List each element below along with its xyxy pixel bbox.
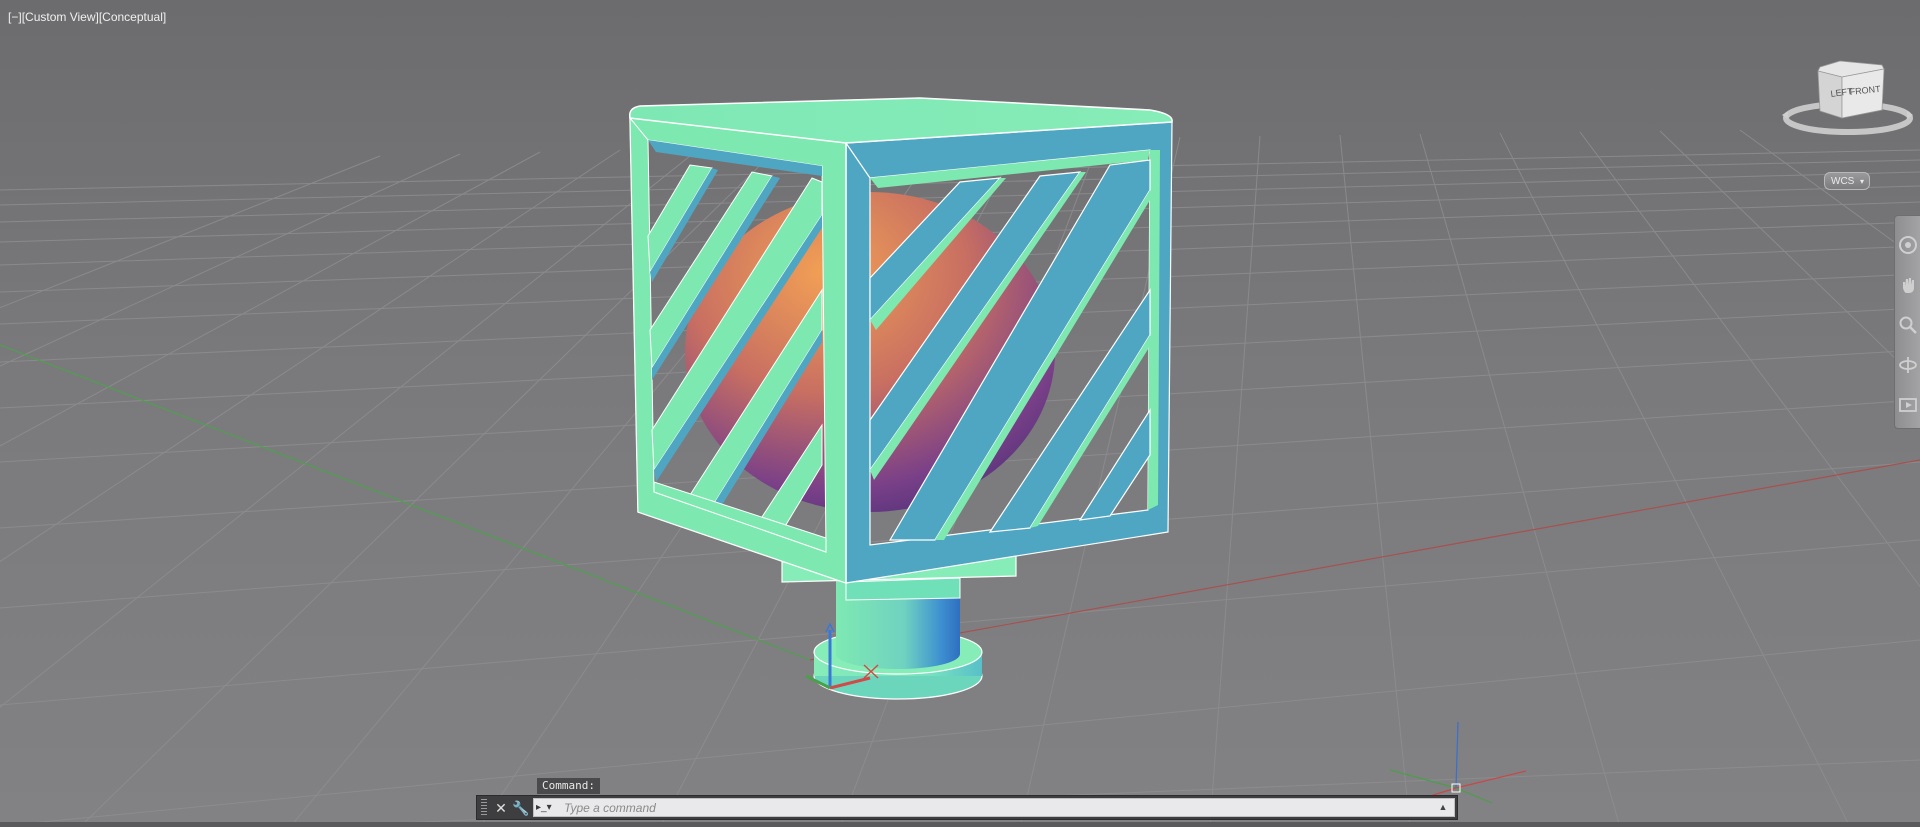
wcs-label: WCS [1831, 176, 1855, 187]
viewport-controls-menu[interactable]: [−] [8, 10, 22, 24]
wrench-icon[interactable]: 🔧 [511, 798, 531, 818]
command-history-label: Command: [537, 778, 600, 794]
command-prompt-icon[interactable]: ▸_▾ [536, 800, 560, 815]
chevron-down-icon: ▾ [1859, 177, 1864, 186]
navigation-bar [1894, 215, 1920, 429]
orbit-icon[interactable] [1897, 354, 1919, 376]
command-input[interactable] [564, 799, 1404, 816]
status-bar [0, 822, 1920, 827]
pan-icon[interactable] [1897, 274, 1919, 296]
steering-wheel-icon[interactable] [1897, 234, 1919, 256]
showmotion-icon[interactable] [1897, 394, 1919, 416]
viewcube[interactable]: LEFT FRONT [1780, 55, 1915, 140]
crosshair-cursor [1389, 721, 1527, 804]
drag-handle-icon[interactable] [481, 799, 487, 817]
zoom-icon[interactable] [1897, 314, 1919, 336]
model-scene[interactable] [0, 0, 1920, 827]
model-viewport[interactable]: [−][Custom View][Conceptual] LEFT FRONT … [0, 0, 1920, 827]
viewport-controls-label: [−][Custom View][Conceptual] [8, 10, 166, 24]
command-input-wrap: ▸_▾ ▲ [533, 798, 1455, 817]
wcs-menu-button[interactable]: WCS ▾ [1824, 172, 1870, 190]
view-controls-menu[interactable]: [Custom View] [22, 10, 99, 24]
command-line: ✕ 🔧 ▸_▾ ▲ [476, 795, 1458, 820]
visual-style-menu[interactable]: [Conceptual] [99, 10, 166, 24]
chevron-up-icon[interactable]: ▲ [1436, 800, 1450, 815]
close-icon[interactable]: ✕ [491, 798, 511, 818]
